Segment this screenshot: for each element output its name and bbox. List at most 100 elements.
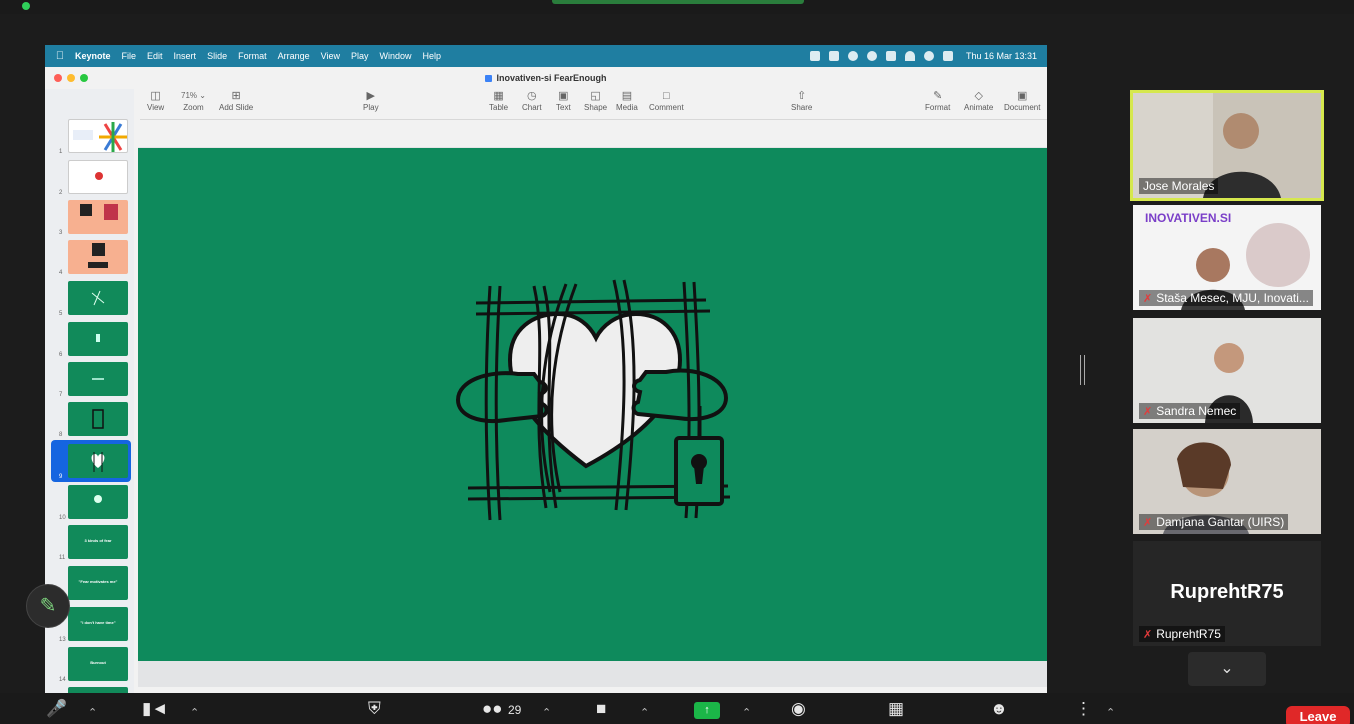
slide-thumbnail[interactable]: 10 xyxy=(45,485,134,523)
add-slide-button[interactable]: ⊞ Add Slide xyxy=(219,89,253,112)
slide-thumbnail[interactable]: 5 xyxy=(45,281,134,319)
mic-muted-icon: ✗ xyxy=(1143,406,1153,418)
animate-label: Animate xyxy=(964,103,994,112)
chevron-down-icon[interactable]: ⌄ xyxy=(1188,652,1266,686)
view-button[interactable]: ◫ View xyxy=(147,89,164,112)
shape-label: Shape xyxy=(584,103,608,112)
toolbar-divider xyxy=(140,119,1047,120)
slide-thumb-title: 3 kinds of fear xyxy=(84,538,112,543)
format-button[interactable]: ✎ Format xyxy=(925,89,950,112)
slide-thumbnail[interactable]: 14 Burnout xyxy=(45,647,134,685)
participant-tile[interactable]: ✗ Sandra Nemec xyxy=(1133,318,1321,423)
chat-icon[interactable]: ■ xyxy=(596,699,606,719)
menu-view[interactable]: View xyxy=(321,51,340,61)
audio-options-caret[interactable]: ⌃ xyxy=(88,703,97,723)
menu-edit[interactable]: Edit xyxy=(147,51,163,61)
share-options-caret[interactable]: ⌃ xyxy=(742,703,751,723)
menu-slide[interactable]: Slide xyxy=(207,51,227,61)
apps-grid-icon[interactable]: ▦ xyxy=(888,699,904,719)
document-button[interactable]: ▣ Document xyxy=(1004,89,1040,112)
slide-number: 2 xyxy=(59,190,63,196)
media-button[interactable]: ▤ Media xyxy=(616,89,638,112)
participant-tile[interactable]: INOVATIVEN.SI ✗ Staša Mesec, MJU, Inovati… xyxy=(1133,205,1321,310)
menu-file[interactable]: File xyxy=(122,51,137,61)
menu-play[interactable]: Play xyxy=(351,51,369,61)
slide-number: 13 xyxy=(59,637,66,643)
share-screen-button[interactable]: ↑ xyxy=(694,702,720,719)
wifi-icon[interactable] xyxy=(904,51,915,61)
menu-bar-clock: Thu 16 Mar 13:31 xyxy=(965,51,1037,61)
security-shield-icon[interactable]: ⛨ xyxy=(368,699,381,719)
text-button[interactable]: ▣ Text xyxy=(556,89,571,112)
animate-icon: ◇ xyxy=(974,90,983,102)
slide-thumbnail[interactable]: 7 xyxy=(45,362,134,400)
menu-app[interactable]: Keynote xyxy=(75,51,111,61)
slide-thumbnail[interactable]: 3 xyxy=(45,200,134,238)
shape-button[interactable]: ◱ Shape xyxy=(584,89,607,112)
comment-button[interactable]: □ Comment xyxy=(649,89,684,112)
menu-window[interactable]: Window xyxy=(380,51,412,61)
battery-icon[interactable] xyxy=(885,51,896,61)
panel-split-handle[interactable] xyxy=(1080,355,1085,385)
participants-icon[interactable]: ●● xyxy=(482,699,503,719)
participant-name: ✗ Damjana Gantar (UIRS) xyxy=(1139,514,1289,530)
slide-thumbnail-selected[interactable]: 9 xyxy=(51,440,131,482)
annotate-pencil-button[interactable]: ✎ xyxy=(26,584,70,628)
record-icon[interactable]: ◉ xyxy=(791,699,806,719)
document-icon: ▣ xyxy=(1017,90,1028,102)
play-button[interactable]: ▶ Play xyxy=(363,89,379,112)
participant-name: ✗ RuprehtR75 xyxy=(1139,626,1225,642)
slide-thumbnail[interactable]: 6 xyxy=(45,322,134,360)
search-icon[interactable] xyxy=(923,51,934,61)
participant-tile[interactable]: ✗ Damjana Gantar (UIRS) xyxy=(1133,429,1321,534)
more-options-caret[interactable]: ⌃ xyxy=(1106,703,1115,723)
slide-thumb-preview: "Fear motivates me" xyxy=(68,566,128,600)
shape-icon: ◱ xyxy=(590,90,601,102)
tray-app-icon[interactable] xyxy=(828,51,839,61)
slide-thumb-preview xyxy=(68,322,128,356)
chart-button[interactable]: ◷ Chart xyxy=(522,89,542,112)
participant-name: ✗ Staša Mesec, MJU, Inovati... xyxy=(1139,290,1313,306)
participants-options-caret[interactable]: ⌃ xyxy=(542,703,551,723)
apple-menu-icon[interactable]:  xyxy=(45,50,75,62)
slide-thumb-title: Burnout xyxy=(90,660,106,665)
encryption-status-icon[interactable] xyxy=(22,2,30,10)
video-options-caret[interactable]: ⌃ xyxy=(190,703,199,723)
zoom-value-text: 71% xyxy=(181,91,198,100)
mic-muted-icon[interactable]: 🎤 xyxy=(46,699,67,719)
more-options-icon[interactable]: ⋮ xyxy=(1075,699,1092,719)
slide-thumbnail[interactable]: 11 3 kinds of fear xyxy=(45,525,134,563)
participant-tile[interactable]: Jose Morales xyxy=(1130,90,1324,201)
participant-tile[interactable]: RuprehtR75 ✗ RuprehtR75 xyxy=(1133,541,1321,646)
slide-thumbnail[interactable]: 2 xyxy=(45,160,134,198)
slide-thumbnail[interactable]: 4 xyxy=(45,240,134,278)
menu-help[interactable]: Help xyxy=(423,51,442,61)
zoom-value: 71% ⌄ xyxy=(181,91,206,100)
current-slide[interactable] xyxy=(138,148,1047,661)
menu-insert[interactable]: Insert xyxy=(174,51,197,61)
video-camera-icon[interactable]: ▮◄ xyxy=(142,699,168,719)
slide-canvas[interactable] xyxy=(138,147,1047,687)
slide-1-art xyxy=(73,122,127,152)
mic-muted-icon: ✗ xyxy=(1143,629,1153,641)
menu-format[interactable]: Format xyxy=(238,51,267,61)
share-doc-button[interactable]: ⇧ Share xyxy=(791,89,812,112)
animate-button[interactable]: ◇ Animate xyxy=(964,89,993,112)
leave-meeting-button[interactable]: Leave xyxy=(1286,706,1350,724)
control-center-icon[interactable] xyxy=(942,51,953,61)
shared-screen:  Keynote File Edit Insert Slide Format … xyxy=(45,45,1047,693)
tray-app-icon[interactable] xyxy=(809,51,820,61)
table-button[interactable]: ▦ Table xyxy=(489,89,508,112)
slide-thumbnail[interactable]: 1 xyxy=(45,119,134,157)
play-label: Play xyxy=(363,103,379,112)
zoom-button[interactable]: 71% ⌄ Zoom xyxy=(181,89,206,112)
menu-arrange[interactable]: Arrange xyxy=(278,51,310,61)
chat-options-caret[interactable]: ⌃ xyxy=(640,703,649,723)
slide-number: 14 xyxy=(59,677,66,683)
moon-icon[interactable] xyxy=(847,51,858,61)
slide-thumbnail[interactable]: 8 xyxy=(45,402,134,440)
play-icon[interactable] xyxy=(866,51,877,61)
reactions-icon[interactable]: ☻ xyxy=(990,699,1008,719)
participants-count[interactable]: 29 xyxy=(508,703,521,717)
comment-label: Comment xyxy=(649,103,684,112)
